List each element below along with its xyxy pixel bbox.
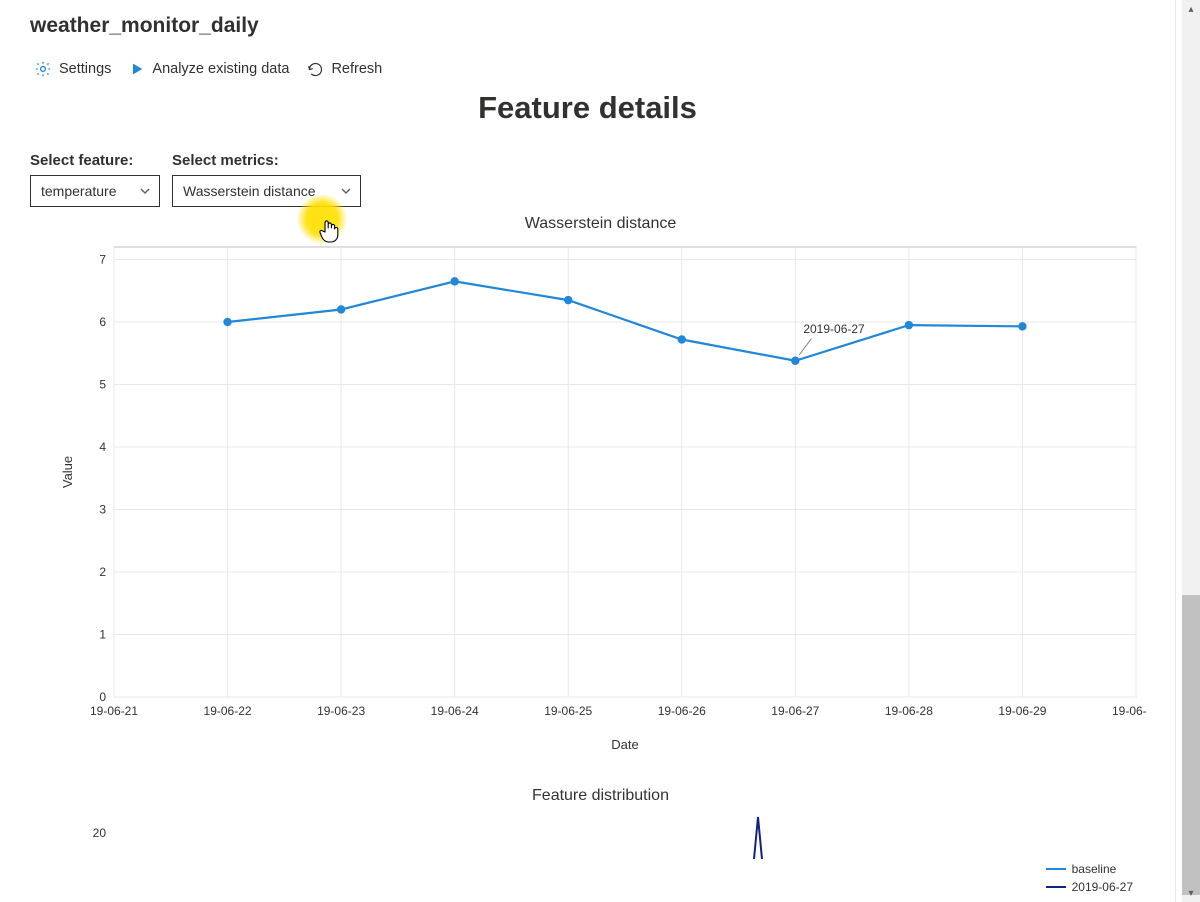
- vertical-scrollbar[interactable]: ▴ ▾: [1182, 0, 1200, 902]
- chart-title: Wasserstein distance: [56, 215, 1145, 233]
- gear-icon: [34, 60, 52, 78]
- svg-text:19-06-28: 19-06-28: [885, 704, 933, 718]
- refresh-button[interactable]: Refresh: [307, 61, 382, 78]
- svg-text:6: 6: [99, 315, 106, 329]
- svg-text:19-06-22: 19-06-22: [204, 704, 252, 718]
- page-title: weather_monitor_daily: [30, 14, 1145, 38]
- svg-text:19-06-21: 19-06-21: [90, 704, 138, 718]
- svg-text:19-06-24: 19-06-24: [431, 704, 479, 718]
- play-icon: [129, 61, 145, 77]
- svg-text:19-06-25: 19-06-25: [544, 704, 592, 718]
- settings-button[interactable]: Settings: [34, 60, 111, 78]
- legend-item-baseline: baseline: [1046, 862, 1133, 876]
- metrics-value: Wasserstein distance: [183, 183, 316, 199]
- svg-text:Date: Date: [611, 737, 638, 752]
- svg-text:20: 20: [93, 826, 107, 840]
- chart2-title: Feature distribution: [56, 787, 1145, 805]
- metrics-select[interactable]: Wasserstein distance: [172, 175, 361, 207]
- legend-label: 2019-06-27: [1072, 880, 1133, 894]
- feature-select[interactable]: temperature: [30, 175, 160, 207]
- section-title: Feature details: [30, 90, 1145, 126]
- svg-text:5: 5: [99, 378, 106, 392]
- feature-label: Select feature:: [30, 152, 160, 169]
- svg-text:19-06-29: 19-06-29: [998, 704, 1046, 718]
- scroll-up-icon[interactable]: ▴: [1182, 0, 1200, 18]
- svg-text:19-06-27: 19-06-27: [771, 704, 819, 718]
- svg-text:2019-06-27: 2019-06-27: [803, 322, 865, 336]
- analyze-label: Analyze existing data: [152, 61, 289, 77]
- legend-label: baseline: [1072, 862, 1117, 876]
- refresh-label: Refresh: [331, 61, 382, 77]
- legend-item-date: 2019-06-27: [1046, 880, 1133, 894]
- legend: baseline 2019-06-27: [1046, 862, 1133, 898]
- svg-text:2: 2: [99, 565, 106, 579]
- svg-text:3: 3: [99, 503, 106, 517]
- legend-swatch: [1046, 868, 1066, 870]
- chevron-down-icon: [340, 185, 352, 197]
- chevron-down-icon: [139, 185, 151, 197]
- svg-text:19-06-26: 19-06-26: [658, 704, 706, 718]
- scroll-thumb[interactable]: [1182, 595, 1200, 895]
- legend-swatch: [1046, 886, 1066, 888]
- metrics-label: Select metrics:: [172, 152, 361, 169]
- settings-label: Settings: [59, 61, 111, 77]
- svg-text:1: 1: [99, 628, 106, 642]
- feature-value: temperature: [41, 183, 116, 199]
- scroll-down-icon[interactable]: ▾: [1182, 884, 1200, 902]
- svg-text:19-06-30: 19-06-30: [1112, 704, 1146, 718]
- analyze-button[interactable]: Analyze existing data: [129, 61, 289, 77]
- svg-text:Value: Value: [60, 456, 75, 488]
- svg-text:0: 0: [99, 690, 106, 704]
- svg-text:4: 4: [99, 440, 106, 454]
- wasserstein-chart: 0 1 2 3 4 5 6 7 19-06-21 19-06-22 19-06-23 19-06-24…: [56, 237, 1146, 757]
- toolbar: Settings Analyze existing data Refresh: [0, 46, 1175, 88]
- refresh-icon: [307, 61, 324, 78]
- distribution-chart: 20: [56, 809, 1146, 859]
- svg-text:19-06-23: 19-06-23: [317, 704, 365, 718]
- svg-text:7: 7: [99, 253, 106, 267]
